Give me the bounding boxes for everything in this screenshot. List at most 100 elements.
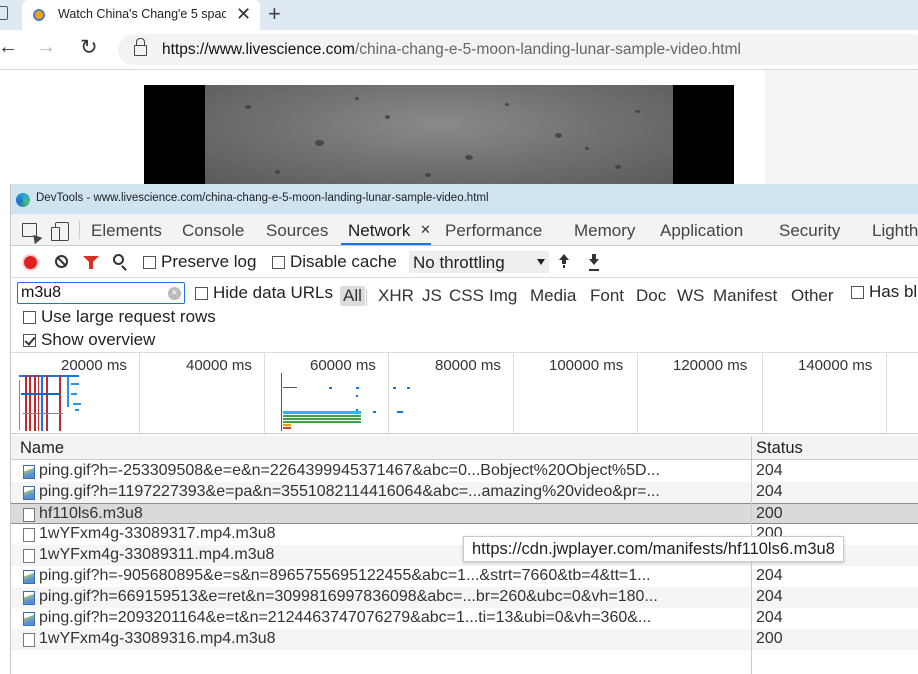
image-file-icon bbox=[23, 465, 35, 479]
network-toolbar: Preserve log Disable cache No throttling bbox=[11, 246, 918, 278]
tab-application[interactable]: Application bbox=[660, 221, 743, 241]
show-overview-label: Show overview bbox=[41, 330, 156, 349]
clear-filter-icon[interactable]: × bbox=[168, 287, 181, 300]
throttling-select[interactable]: No throttling bbox=[409, 251, 549, 273]
document-file-icon bbox=[23, 528, 35, 542]
url-field[interactable]: https://www.livescience.com/china-chang-… bbox=[118, 34, 918, 65]
search-icon[interactable] bbox=[113, 254, 124, 265]
screen: Watch China's Chang'e 5 spacecra ✕ + ← →… bbox=[0, 0, 918, 674]
type-filter-doc[interactable]: Doc bbox=[636, 286, 666, 306]
type-filter-ws[interactable]: WS bbox=[677, 286, 704, 306]
table-header: Name Status bbox=[11, 436, 918, 460]
request-name: ping.gif?h=1197227393&e=pa&n=35510821144… bbox=[39, 483, 660, 500]
video-player[interactable] bbox=[144, 85, 734, 185]
tab-security[interactable]: Security bbox=[779, 221, 840, 241]
disable-cache-checkbox[interactable] bbox=[272, 256, 285, 269]
tab-actions-icon[interactable] bbox=[0, 6, 8, 20]
table-row[interactable]: ping.gif?h=2093201164&e=t&n=212446374707… bbox=[11, 608, 918, 629]
tab-title: Watch China's Chang'e 5 spacecra bbox=[58, 7, 226, 21]
web-page bbox=[0, 70, 918, 185]
clear-icon[interactable] bbox=[55, 255, 68, 268]
devtools-titlebar: DevTools - www.livescience.com/china-cha… bbox=[11, 184, 918, 214]
import-har-icon[interactable] bbox=[558, 254, 570, 268]
tab-network[interactable]: Network bbox=[348, 221, 410, 241]
inspect-element-icon[interactable] bbox=[22, 223, 37, 237]
url-tooltip: https://cdn.jwplayer.com/manifests/hf110… bbox=[463, 536, 844, 562]
table-row[interactable]: ping.gif?h=-905680895&e=s&n=896575569512… bbox=[11, 566, 918, 587]
request-name: ping.gif?h=2093201164&e=t&n=212446374707… bbox=[39, 609, 652, 626]
table-row[interactable]: ping.gif?h=1197227393&e=pa&n=35510821144… bbox=[11, 482, 918, 503]
table-row-selected[interactable]: hf110ls6.m3u8 200 bbox=[11, 503, 918, 524]
request-status: 204 bbox=[756, 609, 783, 626]
request-name: hf110ls6.m3u8 bbox=[39, 505, 143, 522]
tab-close-icon[interactable]: ✕ bbox=[236, 4, 251, 25]
overview-waterfall bbox=[11, 353, 918, 433]
edge-logo-icon bbox=[16, 193, 30, 207]
column-header-name[interactable]: Name bbox=[20, 439, 64, 458]
show-overview-checkbox[interactable] bbox=[23, 334, 36, 347]
type-filter-js[interactable]: JS bbox=[422, 286, 442, 306]
table-row[interactable]: ping.gif?h=-253309508&e=e&n=226439994537… bbox=[11, 461, 918, 482]
tab-sources[interactable]: Sources bbox=[266, 221, 328, 241]
hide-data-urls-label: Hide data URLs bbox=[213, 283, 334, 302]
type-filter-manifest[interactable]: Manifest bbox=[713, 286, 777, 306]
large-rows-checkbox[interactable] bbox=[23, 311, 36, 324]
filter-input[interactable]: m3u8 × bbox=[17, 282, 185, 304]
request-name: ping.gif?h=669159513&e=ret&n=30998169978… bbox=[39, 588, 658, 605]
tab-network-close-icon[interactable]: ✕ bbox=[420, 222, 431, 238]
devtools-panel: DevTools - www.livescience.com/china-cha… bbox=[10, 184, 918, 674]
type-filter-img[interactable]: Img bbox=[489, 286, 517, 306]
show-overview-option: Show overview bbox=[11, 329, 918, 353]
type-filter-other[interactable]: Other bbox=[791, 286, 834, 306]
devtools-tabbar: Elements Console Sources Network ✕ Perfo… bbox=[11, 214, 918, 246]
network-overview[interactable]: 20000 ms 40000 ms 60000 ms 80000 ms 1000… bbox=[11, 352, 918, 434]
tab-lighthouse[interactable]: Lighth bbox=[872, 221, 918, 241]
large-rows-label: Use large request rows bbox=[41, 307, 216, 326]
has-blocked-cookies-label: Has bl bbox=[869, 282, 918, 301]
browser-tabstrip: Watch China's Chang'e 5 spacecra ✕ + bbox=[0, 0, 918, 30]
table-row[interactable]: 1wYFxm4g-33089316.mp4.m3u8 200 bbox=[11, 629, 918, 650]
reload-icon[interactable]: ↻ bbox=[80, 35, 98, 60]
has-blocked-cookies-checkbox[interactable] bbox=[851, 286, 864, 299]
request-status: 204 bbox=[756, 462, 783, 479]
request-status: 200 bbox=[756, 505, 783, 522]
active-tab-indicator bbox=[341, 243, 431, 245]
type-filter-font[interactable]: Font bbox=[590, 286, 624, 306]
export-har-icon[interactable] bbox=[588, 254, 600, 268]
record-icon[interactable] bbox=[24, 256, 37, 269]
lock-icon[interactable] bbox=[134, 38, 147, 56]
new-tab-icon[interactable]: + bbox=[268, 1, 281, 27]
filter-icon[interactable] bbox=[83, 256, 99, 269]
address-bar: ← → ↻ https://www.livescience.com/china-… bbox=[0, 30, 918, 70]
request-name: 1wYFxm4g-33089316.mp4.m3u8 bbox=[39, 630, 276, 647]
type-filter-media[interactable]: Media bbox=[530, 286, 576, 306]
throttling-value: No throttling bbox=[413, 253, 505, 272]
tab-elements[interactable]: Elements bbox=[91, 221, 162, 241]
request-name: ping.gif?h=-905680895&e=s&n=896575569512… bbox=[39, 567, 651, 584]
forward-arrow-icon[interactable]: → bbox=[36, 36, 56, 59]
device-toolbar-icon[interactable] bbox=[51, 222, 69, 241]
request-status: 200 bbox=[756, 630, 783, 647]
hide-data-urls-checkbox[interactable] bbox=[195, 287, 208, 300]
request-status: 204 bbox=[756, 588, 783, 605]
type-filter-all[interactable]: All bbox=[340, 286, 365, 306]
large-rows-option: Use large request rows bbox=[11, 306, 918, 330]
tab-console[interactable]: Console bbox=[182, 221, 244, 241]
filter-value: m3u8 bbox=[21, 284, 62, 301]
image-file-icon bbox=[23, 591, 35, 605]
browser-tab[interactable]: Watch China's Chang'e 5 spacecra ✕ bbox=[22, 0, 260, 30]
column-header-status[interactable]: Status bbox=[756, 439, 803, 458]
image-file-icon bbox=[23, 570, 35, 584]
table-row[interactable]: ping.gif?h=669159513&e=ret&n=30998169978… bbox=[11, 587, 918, 608]
lunar-surface-video-frame bbox=[205, 85, 673, 185]
tab-memory[interactable]: Memory bbox=[574, 221, 635, 241]
preserve-log-checkbox[interactable] bbox=[143, 256, 156, 269]
type-filter-xhr[interactable]: XHR bbox=[378, 286, 414, 306]
devtools-title: DevTools - www.livescience.com/china-cha… bbox=[36, 192, 489, 204]
back-arrow-icon[interactable]: ← bbox=[0, 36, 18, 59]
type-filter-css[interactable]: CSS bbox=[449, 286, 484, 306]
request-name: ping.gif?h=-253309508&e=e&n=226439994537… bbox=[39, 462, 660, 479]
disable-cache-label: Disable cache bbox=[290, 252, 397, 271]
tab-performance[interactable]: Performance bbox=[445, 221, 542, 241]
url-text: https://www.livescience.com/china-chang-… bbox=[162, 41, 741, 58]
